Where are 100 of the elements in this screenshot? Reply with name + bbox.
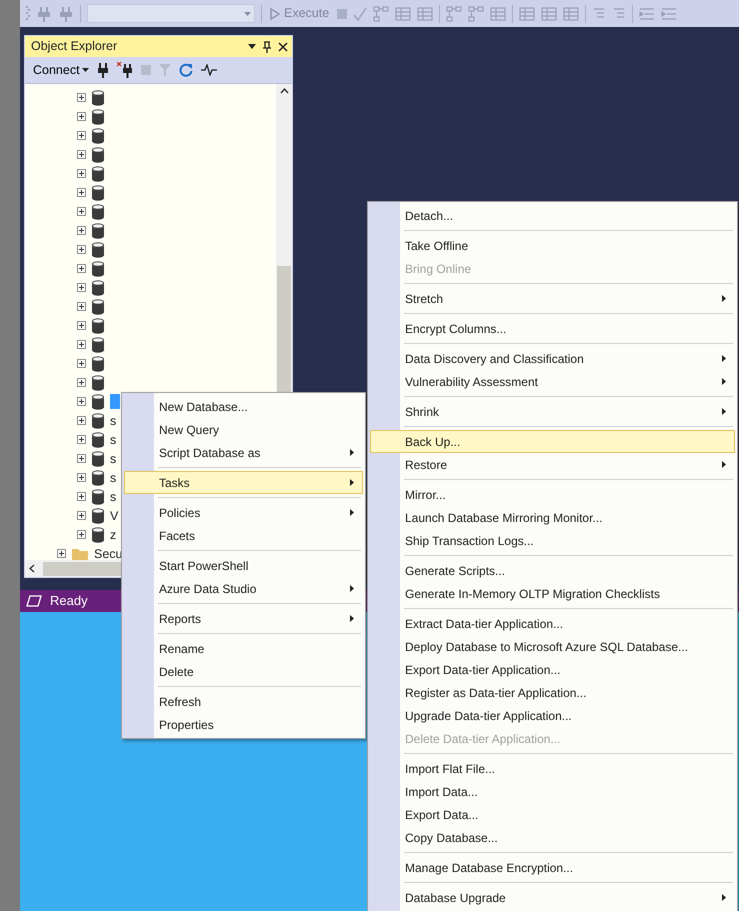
close-icon[interactable] xyxy=(278,42,288,52)
connect-button[interactable]: Connect xyxy=(33,60,89,80)
expand-icon[interactable] xyxy=(77,473,86,482)
menu-item[interactable]: Vulnerability Assessment xyxy=(370,370,735,393)
menu-item[interactable]: Data Discovery and Classification xyxy=(370,347,735,370)
database-icon xyxy=(92,374,104,390)
refresh-icon[interactable] xyxy=(178,63,193,77)
database-icon xyxy=(92,90,104,106)
menu-item[interactable]: New Database... xyxy=(124,395,363,418)
menu-item[interactable]: Mirror... xyxy=(370,483,735,506)
expand-icon[interactable] xyxy=(77,492,86,501)
expand-icon[interactable] xyxy=(77,416,86,425)
expand-icon[interactable] xyxy=(77,511,86,520)
menu-item[interactable]: Stretch xyxy=(370,287,735,310)
database-icon xyxy=(92,318,104,334)
database-icon xyxy=(92,280,104,296)
database-icon xyxy=(92,166,104,182)
database-icon xyxy=(92,146,104,162)
menu-item[interactable]: Extract Data-tier Application... xyxy=(370,612,735,635)
menu-item[interactable]: Encrypt Columns... xyxy=(370,317,735,340)
menu-item[interactable]: Copy Database... xyxy=(370,826,735,849)
tree-item[interactable]: s xyxy=(110,432,116,448)
menu-item[interactable]: Restore xyxy=(370,453,735,476)
menu-item[interactable]: Back Up... xyxy=(370,430,735,453)
status-icon xyxy=(26,595,42,607)
menu-item[interactable]: Rename xyxy=(124,637,363,660)
menu-item[interactable]: Deploy Database to Microsoft Azure SQL Database... xyxy=(370,635,735,658)
menu-item[interactable]: New Query xyxy=(124,418,363,441)
database-icon xyxy=(92,298,104,314)
database-icon xyxy=(92,242,104,258)
database-icon xyxy=(92,260,104,276)
menu-item[interactable]: Script Database as xyxy=(124,441,363,464)
expand-icon[interactable] xyxy=(77,112,86,121)
expand-icon[interactable] xyxy=(77,283,86,292)
caret-icon[interactable] xyxy=(248,44,256,49)
pin-icon[interactable] xyxy=(262,40,272,52)
expand-icon[interactable] xyxy=(77,530,86,539)
expand-icon[interactable] xyxy=(77,264,86,273)
expand-icon[interactable] xyxy=(77,207,86,216)
menu-item[interactable]: Shrink xyxy=(370,400,735,423)
caret-icon xyxy=(244,12,251,16)
menu-item[interactable]: Export Data... xyxy=(370,803,735,826)
database-icon xyxy=(92,432,104,448)
activity-icon[interactable] xyxy=(200,64,217,76)
menu-item[interactable]: Tasks xyxy=(124,471,363,494)
scroll-up-icon[interactable] xyxy=(280,88,288,94)
expand-icon[interactable] xyxy=(77,359,86,368)
menu-item[interactable]: Generate In-Memory OLTP Migration Checklists xyxy=(370,582,735,605)
menu-item[interactable]: Ship Transaction Logs... xyxy=(370,529,735,552)
expand-icon[interactable] xyxy=(77,302,86,311)
menu-item[interactable]: Launch Database Mirroring Monitor... xyxy=(370,506,735,529)
tree-item[interactable]: z xyxy=(110,526,116,542)
expand-icon[interactable] xyxy=(77,321,86,330)
plug-icon[interactable] xyxy=(96,62,109,78)
menu-item[interactable]: Delete xyxy=(124,660,363,683)
expand-icon[interactable] xyxy=(77,131,86,140)
menu-item[interactable]: Detach... xyxy=(370,204,735,227)
expand-icon[interactable] xyxy=(77,378,86,387)
expand-icon[interactable] xyxy=(77,454,86,463)
caret-icon xyxy=(82,68,89,72)
menu-item[interactable]: Export Data-tier Application... xyxy=(370,658,735,681)
disconnect-icon[interactable] xyxy=(116,62,133,78)
menu-item[interactable]: Take Offline xyxy=(370,234,735,257)
database-icon xyxy=(92,356,104,372)
menu-item[interactable]: Properties xyxy=(124,713,363,736)
tree-item[interactable]: s xyxy=(110,470,116,486)
menu-item[interactable]: Azure Data Studio xyxy=(124,577,363,600)
expand-icon[interactable] xyxy=(77,188,86,197)
expand-icon[interactable] xyxy=(77,150,86,159)
expand-icon[interactable] xyxy=(57,549,66,558)
tree-item[interactable]: s xyxy=(110,412,116,428)
menu-item[interactable]: Generate Scripts... xyxy=(370,559,735,582)
status-text: Ready xyxy=(50,592,88,610)
tree-item[interactable]: Secu xyxy=(94,546,122,562)
scroll-left-icon[interactable] xyxy=(29,564,35,573)
tree-item[interactable]: s xyxy=(110,450,116,466)
tree-item[interactable]: s xyxy=(110,488,116,504)
menu-item[interactable]: Import Flat File... xyxy=(370,757,735,780)
expand-icon[interactable] xyxy=(77,93,86,102)
menu-item[interactable]: Upgrade Data-tier Application... xyxy=(370,704,735,727)
menu-item[interactable]: Manage Database Encryption... xyxy=(370,856,735,879)
tree-item[interactable]: V xyxy=(110,508,118,524)
menu-item[interactable]: Start PowerShell xyxy=(124,554,363,577)
expand-icon[interactable] xyxy=(77,245,86,254)
menu-item[interactable]: Facets xyxy=(124,524,363,547)
expand-icon[interactable] xyxy=(77,169,86,178)
menu-item[interactable]: Reports xyxy=(124,607,363,630)
database-icon xyxy=(92,450,104,466)
menu-item[interactable]: Database Upgrade xyxy=(370,886,735,909)
menu-item[interactable]: Policies xyxy=(124,501,363,524)
play-icon xyxy=(270,8,280,20)
menu-item[interactable]: Refresh xyxy=(124,690,363,713)
menu-item[interactable]: Register as Data-tier Application... xyxy=(370,681,735,704)
menu-item[interactable]: Import Data... xyxy=(370,780,735,803)
expand-icon[interactable] xyxy=(77,397,86,406)
expand-icon[interactable] xyxy=(77,435,86,444)
expand-icon[interactable] xyxy=(77,340,86,349)
database-icon xyxy=(92,222,104,238)
expand-icon[interactable] xyxy=(77,226,86,235)
check-icon[interactable] xyxy=(353,6,368,20)
